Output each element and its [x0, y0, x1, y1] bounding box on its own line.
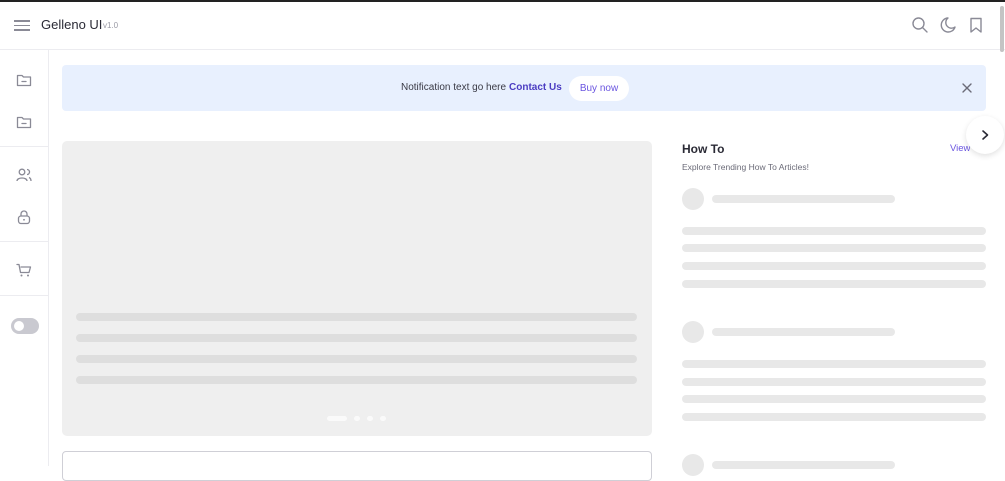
moon-icon[interactable]	[939, 16, 957, 34]
skeleton-line	[682, 280, 986, 288]
chevron-right-icon	[982, 130, 989, 140]
skeleton-line	[682, 360, 986, 368]
carousel-dot[interactable]	[354, 416, 360, 421]
notification-bar: Notification text go here Contact Us Buy…	[62, 65, 986, 111]
version-label: v1.0	[103, 21, 119, 30]
buy-now-button[interactable]: Buy now	[569, 76, 629, 101]
close-icon[interactable]	[960, 81, 974, 95]
howto-title: How To	[682, 142, 725, 156]
skeleton-line	[76, 334, 637, 342]
skeleton-avatar	[682, 454, 704, 476]
users-icon[interactable]	[15, 166, 33, 184]
sidebar	[0, 50, 49, 466]
skeleton-line	[682, 244, 986, 252]
skeleton-avatar	[682, 188, 704, 210]
skeleton-line	[76, 355, 637, 363]
menu-icon[interactable]	[14, 17, 30, 33]
skeleton-line	[712, 461, 895, 469]
lock-icon[interactable]	[15, 208, 33, 226]
skeleton-line	[682, 262, 986, 270]
skeleton-line	[76, 313, 637, 321]
sidebar-divider	[0, 295, 48, 296]
toggle-knob	[14, 321, 24, 331]
sidebar-divider	[0, 241, 48, 242]
carousel-dot[interactable]	[380, 416, 386, 421]
page-scrollbar[interactable]	[1000, 6, 1004, 52]
folder-icon[interactable]	[15, 71, 33, 89]
carousel-skeleton	[62, 141, 652, 436]
howto-subtitle: Explore Trending How To Articles!	[682, 162, 809, 172]
brand-name: Gelleno UI	[41, 17, 103, 32]
folder-icon[interactable]	[15, 113, 33, 131]
carousel-dot[interactable]	[367, 416, 373, 421]
skeleton-line	[682, 395, 986, 403]
skeleton-avatar	[682, 321, 704, 343]
app-header: Gelleno UI v1.0	[0, 2, 1005, 50]
carousel-dot-active[interactable]	[327, 416, 347, 421]
search-icon[interactable]	[911, 16, 929, 34]
skeleton-line	[682, 413, 986, 421]
contact-us-link[interactable]: Contact Us	[509, 82, 562, 93]
sidebar-divider	[0, 146, 48, 147]
skeleton-line	[682, 378, 986, 386]
view-link[interactable]: View	[950, 143, 970, 154]
skeleton-line	[76, 376, 637, 384]
skeleton-line	[682, 227, 986, 235]
cart-icon[interactable]	[15, 261, 33, 279]
notification-text: Notification text go here	[401, 82, 507, 93]
next-button[interactable]	[966, 116, 1004, 154]
theme-toggle[interactable]	[11, 318, 39, 334]
skeleton-line	[712, 328, 895, 336]
bookmark-icon[interactable]	[967, 16, 985, 34]
content-card	[62, 451, 652, 481]
skeleton-line	[712, 195, 895, 203]
